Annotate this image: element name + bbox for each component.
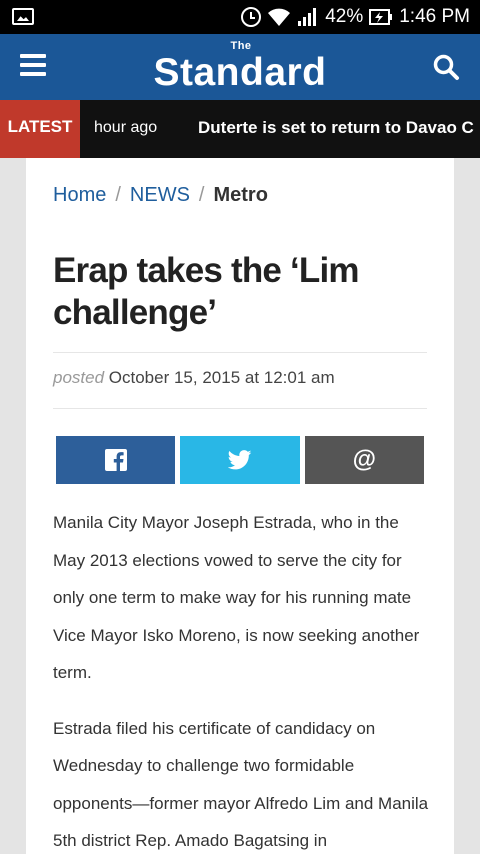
latest-news-ticker: LATEST hour ago Duterte is set to return… xyxy=(0,100,480,158)
article-paragraph: Manila City Mayor Joseph Estrada, who in… xyxy=(53,513,420,682)
twitter-icon xyxy=(227,450,252,470)
ticker-time: hour ago xyxy=(94,119,158,136)
at-sign-icon: @ xyxy=(352,446,377,473)
posted-label: posted xyxy=(53,368,105,387)
ticker-headline-link[interactable]: Duterte is set to return to Davao C xyxy=(198,100,474,156)
alarm-icon xyxy=(241,7,262,27)
search-icon[interactable] xyxy=(432,53,460,81)
breadcrumb-current: Metro xyxy=(213,184,268,206)
divider xyxy=(53,352,427,353)
article-paragraph: Estrada filed his certificate of candida… xyxy=(53,718,429,851)
breadcrumb-separator: / xyxy=(198,184,205,206)
facebook-share-button[interactable] xyxy=(56,436,176,484)
breadcrumb-news-link[interactable]: NEWS xyxy=(130,184,190,206)
breadcrumb-home-link[interactable]: Home xyxy=(53,184,106,206)
battery-percent: 42% xyxy=(325,6,364,27)
post-meta: posted October 15, 2015 at 12:01 am xyxy=(53,368,335,388)
article-card: Home / NEWS / Metro Erap takes the ‘Lim chal… xyxy=(26,158,454,854)
share-bar: @ xyxy=(56,436,424,484)
facebook-icon xyxy=(104,449,127,471)
breadcrumb: Home / NEWS / Metro xyxy=(53,184,268,207)
article-title: Erap takes the ‘Lim challenge’ xyxy=(53,251,360,332)
signal-icon xyxy=(297,7,319,27)
site-logo[interactable]: The Standard xyxy=(0,40,480,94)
divider xyxy=(53,408,427,409)
breadcrumb-separator: / xyxy=(115,184,121,206)
site-header: The Standard xyxy=(0,34,480,100)
gallery-notification-icon xyxy=(12,8,34,25)
wifi-icon xyxy=(267,7,291,27)
logo-standard: Standard xyxy=(153,51,327,94)
clock: 1:46 PM xyxy=(399,6,470,27)
email-share-button[interactable]: @ xyxy=(304,436,424,484)
battery-charging-icon xyxy=(369,7,393,27)
latest-label: LATEST xyxy=(0,100,80,158)
article-body: Manila City Mayor Joseph Estrada, who in… xyxy=(53,504,433,854)
status-bar: 42% 1:46 PM xyxy=(0,0,480,34)
posted-date: October 15, 2015 at 12:01 am xyxy=(108,368,335,387)
twitter-share-button[interactable] xyxy=(180,436,300,484)
status-icons: 42% 1:46 PM xyxy=(241,0,470,34)
